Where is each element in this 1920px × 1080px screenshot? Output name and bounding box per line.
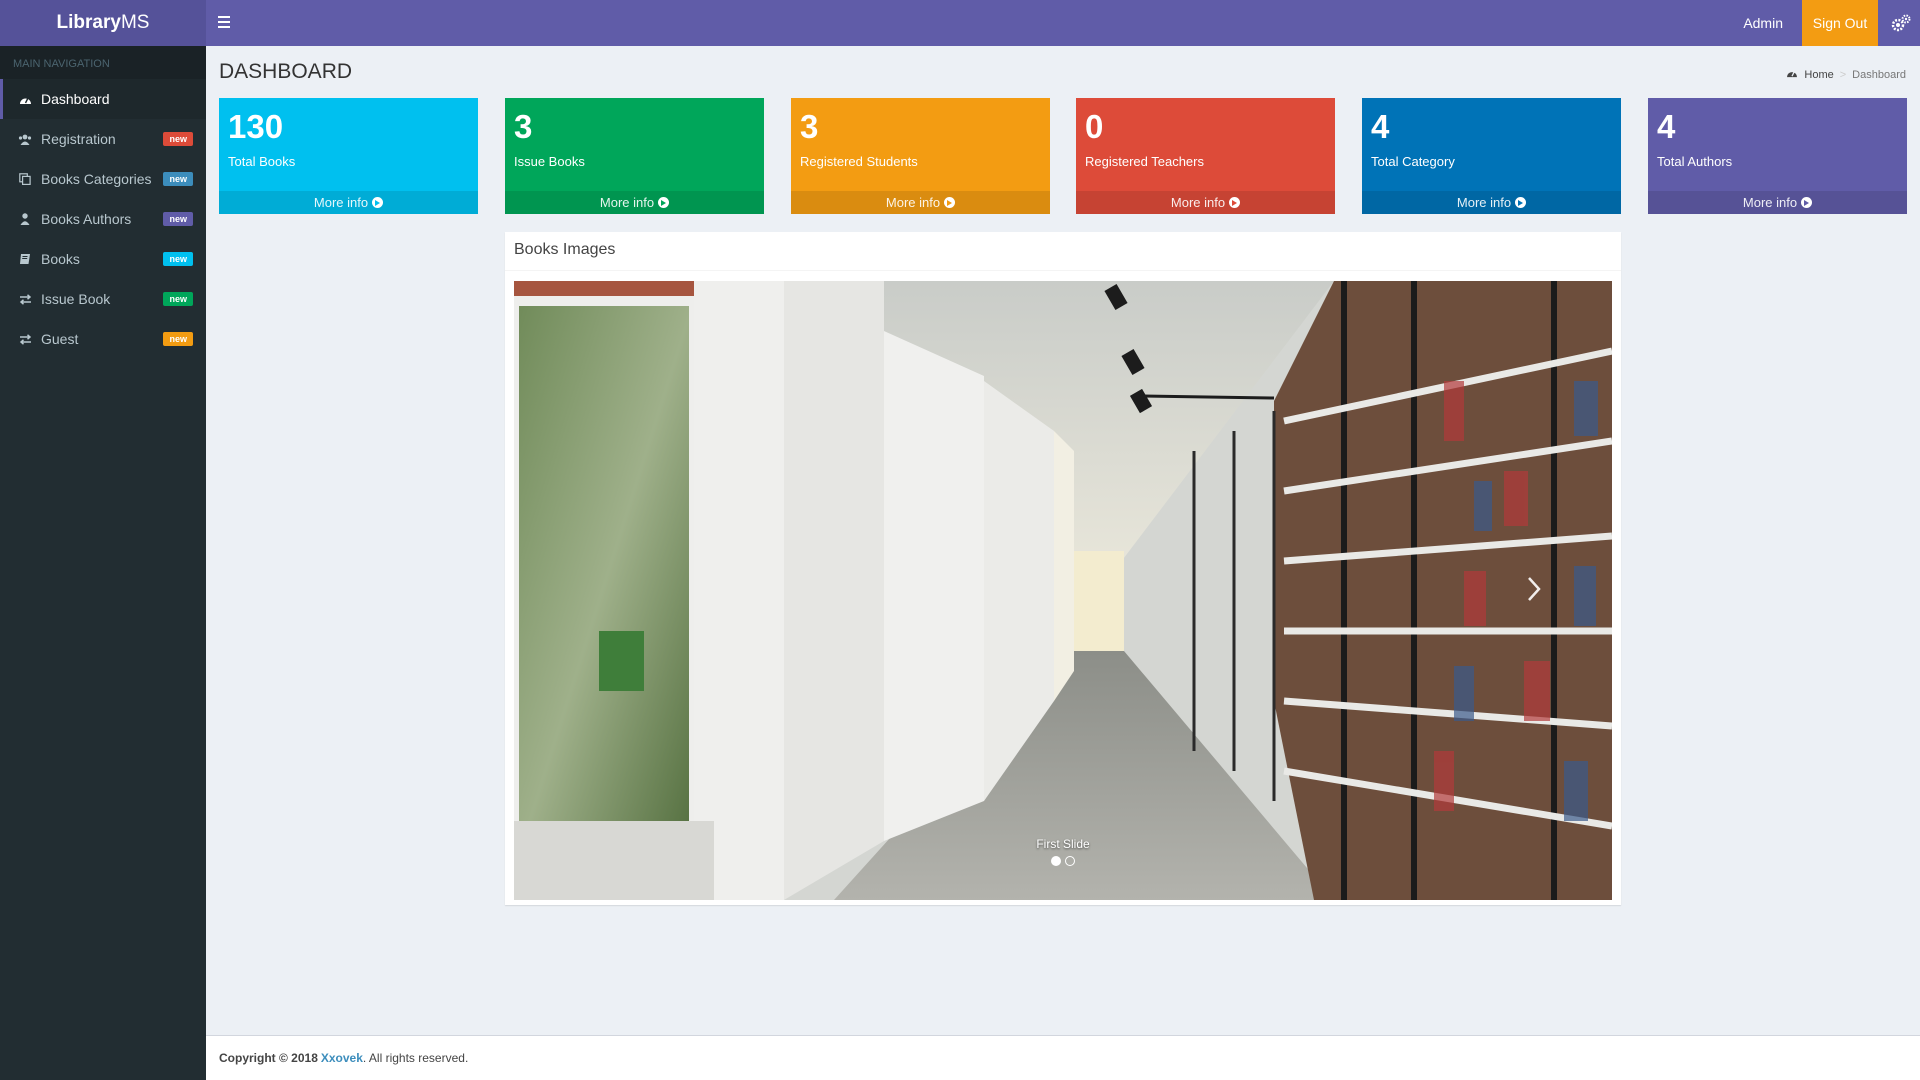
stat-value: 3	[800, 108, 819, 145]
carousel-indicator[interactable]	[1065, 856, 1075, 866]
stat-value: 130	[228, 108, 284, 145]
sidebar-item-label: Books Authors	[41, 211, 132, 227]
sidebar-item-books[interactable]: Books new	[0, 239, 206, 279]
more-info-link[interactable]: More info	[1076, 191, 1335, 214]
footer: Copyright © 2018 Xxovek . All rights res…	[206, 1035, 1920, 1080]
books-carousel[interactable]: First Slide	[514, 281, 1612, 900]
more-info-link[interactable]: More info	[219, 191, 478, 214]
stat-total-authors: 4 Total Authors More info	[1648, 98, 1907, 214]
stat-value: 4	[1657, 108, 1676, 145]
arrow-circle-right-icon	[944, 197, 956, 208]
dashboard-icon	[17, 91, 33, 107]
stat-registered-teachers: 0 Registered Teachers More info	[1076, 98, 1335, 214]
stat-value: 3	[514, 108, 533, 145]
arrow-circle-right-icon	[1229, 197, 1241, 208]
carousel-indicators	[514, 856, 1612, 866]
page-title: DASHBOARD	[219, 60, 353, 83]
company-link[interactable]: Xxovek	[321, 1051, 363, 1065]
more-info-link[interactable]: More info	[791, 191, 1050, 214]
sidebar-item-label: Guest	[41, 331, 79, 347]
new-badge: new	[163, 252, 193, 266]
stat-registered-students: 3 Registered Students More info	[791, 98, 1050, 214]
stat-label: Registered Teachers	[1085, 154, 1204, 169]
more-info-link[interactable]: More info	[1362, 191, 1621, 214]
carousel-prev-icon[interactable]	[582, 574, 602, 604]
more-info-label: More info	[885, 195, 941, 210]
stat-total-books: 130 Total Books More info	[219, 98, 478, 214]
library-slide-image	[514, 281, 1612, 900]
sidebar-item-dashboard[interactable]: Dashboard	[0, 79, 206, 119]
stat-label: Total Authors	[1657, 154, 1733, 169]
sidebar-item-label: Books Categories	[41, 171, 152, 187]
stat-issue-books: 3 Issue Books More info	[505, 98, 764, 214]
logo-light: MS	[120, 12, 150, 33]
sidebar-item-registration[interactable]: Registration new	[0, 119, 206, 159]
stat-value: 0	[1085, 108, 1104, 145]
stat-label: Total Books	[228, 154, 296, 169]
copy-icon	[17, 171, 33, 187]
stat-value: 4	[1371, 108, 1390, 145]
arrow-circle-right-icon	[1801, 197, 1813, 208]
new-badge: new	[163, 132, 193, 146]
stat-label: Registered Students	[800, 154, 918, 169]
sidebar-item-guest[interactable]: Guest new	[0, 319, 206, 359]
stat-label: Total Category	[1371, 154, 1455, 169]
logo-bold: Library	[56, 12, 121, 33]
more-info-label: More info	[1742, 195, 1798, 210]
breadcrumb-current: Dashboard	[1852, 68, 1906, 81]
carousel-indicator[interactable]	[1051, 856, 1061, 866]
sidebar-item-label: Registration	[41, 131, 116, 147]
arrow-circle-right-icon	[1515, 197, 1527, 208]
user-menu[interactable]: Admin	[1735, 0, 1791, 46]
exchange-icon	[17, 331, 33, 347]
more-info-label: More info	[313, 195, 369, 210]
more-info-label: More info	[1170, 195, 1226, 210]
footer-rest-text: . All rights reserved.	[362, 1051, 469, 1065]
carousel-caption: First Slide	[1036, 837, 1090, 851]
users-icon	[17, 131, 33, 147]
sidebar-item-label: Dashboard	[41, 91, 110, 107]
more-info-label: More info	[1456, 195, 1512, 210]
more-info-link[interactable]: More info	[1648, 191, 1907, 214]
breadcrumb-home[interactable]: Home	[1804, 69, 1833, 81]
new-badge: new	[163, 172, 193, 186]
sidebar-item-label: Books	[41, 251, 80, 267]
sidebar-item-books-categories[interactable]: Books Categories new	[0, 159, 206, 199]
arrow-circle-right-icon	[658, 197, 670, 208]
sidebar: MAIN NAVIGATION Dashboard Registration n…	[0, 46, 206, 1080]
sidebar-item-books-authors[interactable]: Books Authors new	[0, 199, 206, 239]
copyright-text: Copyright © 2018	[219, 1051, 318, 1065]
book-icon	[17, 251, 33, 267]
panel-title: Books Images	[505, 235, 1621, 271]
app-logo[interactable]: Library MS	[0, 0, 206, 46]
more-info-link[interactable]: More info	[505, 191, 764, 214]
stat-total-category: 4 Total Category More info	[1362, 98, 1621, 214]
breadcrumb-separator: >	[1839, 68, 1847, 81]
user-icon	[17, 211, 33, 227]
new-badge: new	[163, 292, 193, 306]
sidebar-item-label: Issue Book	[41, 291, 111, 307]
gears-icon[interactable]	[1890, 14, 1912, 32]
books-images-panel: Books Images First Slide	[505, 232, 1621, 905]
exchange-icon	[17, 291, 33, 307]
new-badge: new	[163, 212, 193, 226]
sidebar-header: MAIN NAVIGATION	[0, 46, 206, 79]
sidebar-toggle-icon[interactable]	[218, 13, 236, 33]
arrow-circle-right-icon	[372, 197, 384, 208]
dashboard-icon	[1786, 68, 1798, 81]
more-info-label: More info	[599, 195, 655, 210]
carousel-next-icon[interactable]	[1524, 574, 1544, 604]
sidebar-item-issue-book[interactable]: Issue Book new	[0, 279, 206, 319]
top-navbar: Admin Sign Out	[206, 0, 1920, 46]
breadcrumb: Home > Dashboard	[1786, 68, 1906, 81]
signout-button[interactable]: Sign Out	[1802, 0, 1878, 46]
new-badge: new	[163, 332, 193, 346]
stat-label: Issue Books	[514, 154, 585, 169]
